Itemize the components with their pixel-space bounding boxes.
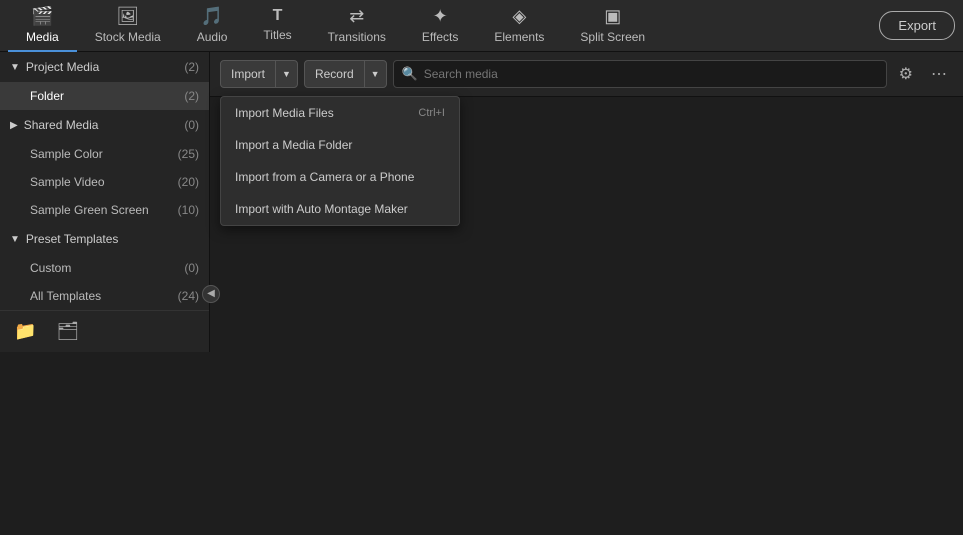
- all-templates-label: All Templates: [30, 289, 101, 303]
- shared-media-count: (0): [184, 118, 199, 132]
- nav-item-elements[interactable]: ◈ Elements: [476, 0, 562, 52]
- sample-color-label: Sample Color: [30, 147, 103, 161]
- sidebar: ▼ Project Media (2) Folder (2) ▶ Shared …: [0, 52, 210, 352]
- sidebar-item-custom[interactable]: Custom (0): [0, 254, 209, 282]
- nav-item-media[interactable]: 🎬 Media: [8, 0, 77, 52]
- sidebar-section-preset-templates[interactable]: ▼ Preset Templates: [0, 224, 209, 254]
- content-area: Import ▼ Record ▼ 🔍 ⚙ ⋯ Import Media Fil…: [210, 52, 963, 535]
- search-input[interactable]: [424, 67, 878, 81]
- sidebar-item-sample-video[interactable]: Sample Video (20): [0, 168, 209, 196]
- sidebar-item-all-templates[interactable]: All Templates (24): [0, 282, 209, 310]
- nav-label-titles: Titles: [263, 28, 291, 42]
- grid-view-button[interactable]: ⋯: [925, 60, 953, 88]
- nav-label-effects: Effects: [422, 30, 458, 44]
- folder-count: (2): [184, 89, 199, 103]
- all-templates-count: (24): [178, 289, 199, 303]
- custom-count: (0): [184, 261, 199, 275]
- nav-item-stock-media[interactable]: 🖼 Stock Media: [77, 0, 179, 52]
- triangle-preset-icon: ▼: [10, 234, 20, 245]
- sample-green-screen-label: Sample Green Screen: [30, 203, 149, 217]
- effects-icon: ✦: [433, 6, 448, 27]
- nav-label-stock-media: Stock Media: [95, 30, 161, 44]
- titles-icon: T: [273, 7, 283, 25]
- sample-color-count: (25): [178, 147, 199, 161]
- import-media-files-item[interactable]: Import Media Files Ctrl+I: [221, 97, 459, 129]
- nav-label-split-screen: Split Screen: [580, 30, 645, 44]
- filter-button[interactable]: ⚙: [893, 60, 919, 88]
- import-auto-montage-item[interactable]: Import with Auto Montage Maker: [221, 193, 459, 225]
- sidebar-section-shared-media[interactable]: ▶ Shared Media (0): [0, 110, 209, 140]
- record-button-label[interactable]: Record: [305, 61, 365, 87]
- import-auto-montage-label: Import with Auto Montage Maker: [235, 202, 408, 216]
- split-screen-icon: ▣: [604, 6, 621, 27]
- shared-media-label: Shared Media: [24, 118, 99, 132]
- sample-video-label: Sample Video: [30, 175, 105, 189]
- sidebar-collapse-button[interactable]: ◀: [202, 285, 220, 303]
- project-media-count: (2): [184, 60, 199, 74]
- media-icon: 🎬: [31, 6, 53, 27]
- record-dropdown-button[interactable]: Record ▼: [304, 60, 387, 88]
- import-from-camera-label: Import from a Camera or a Phone: [235, 170, 414, 184]
- project-media-label: Project Media: [26, 60, 99, 74]
- triangle-shared-icon: ▶: [10, 120, 18, 131]
- sidebar-bottom: 📁 🗂: [0, 310, 209, 352]
- nav-item-titles[interactable]: T Titles: [245, 0, 309, 52]
- search-icon: 🔍: [402, 66, 418, 82]
- sidebar-item-folder[interactable]: Folder (2): [0, 82, 209, 110]
- import-arrow-icon[interactable]: ▼: [276, 61, 297, 87]
- import-dropdown-menu: Import Media Files Ctrl+I Import a Media…: [220, 96, 460, 226]
- preset-templates-label: Preset Templates: [26, 232, 119, 246]
- nav-label-media: Media: [26, 30, 59, 44]
- stock-media-icon: 🖼: [116, 6, 139, 27]
- sidebar-item-sample-color[interactable]: Sample Color (25): [0, 140, 209, 168]
- export-button[interactable]: Export: [879, 11, 955, 40]
- import-media-folder-label: Import a Media Folder: [235, 138, 352, 152]
- transitions-icon: ⇄: [349, 6, 364, 27]
- folder-label: Folder: [30, 89, 64, 103]
- import-media-files-label: Import Media Files: [235, 106, 334, 120]
- nav-label-elements: Elements: [494, 30, 544, 44]
- nav-item-split-screen[interactable]: ▣ Split Screen: [562, 0, 663, 52]
- sample-video-count: (20): [178, 175, 199, 189]
- triangle-icon: ▼: [10, 62, 20, 73]
- audio-icon: 🎵: [201, 6, 223, 27]
- nav-item-effects[interactable]: ✦ Effects: [404, 0, 476, 52]
- import-dropdown-button[interactable]: Import ▼: [220, 60, 298, 88]
- top-nav: 🎬 Media 🖼 Stock Media 🎵 Audio T Titles ⇄…: [0, 0, 963, 52]
- nav-item-audio[interactable]: 🎵 Audio: [179, 0, 246, 52]
- record-arrow-icon[interactable]: ▼: [365, 61, 386, 87]
- custom-label: Custom: [30, 261, 71, 275]
- search-bar: 🔍: [393, 60, 887, 88]
- import-media-folder-item[interactable]: Import a Media Folder: [221, 129, 459, 161]
- sample-green-screen-count: (10): [178, 203, 199, 217]
- new-folder-button[interactable]: 📁: [8, 319, 42, 344]
- import-from-camera-item[interactable]: Import from a Camera or a Phone: [221, 161, 459, 193]
- add-folder-button[interactable]: 🗂: [50, 319, 85, 344]
- collapse-icon: ◀: [207, 288, 215, 299]
- sidebar-section-project-media[interactable]: ▼ Project Media (2): [0, 52, 209, 82]
- nav-label-transitions: Transitions: [328, 30, 386, 44]
- nav-label-audio: Audio: [197, 30, 228, 44]
- nav-item-transitions[interactable]: ⇄ Transitions: [310, 0, 404, 52]
- main-layout: ▼ Project Media (2) Folder (2) ▶ Shared …: [0, 52, 963, 535]
- sidebar-wrapper: ▼ Project Media (2) Folder (2) ▶ Shared …: [0, 52, 210, 535]
- import-button-label[interactable]: Import: [221, 61, 276, 87]
- toolbar: Import ▼ Record ▼ 🔍 ⚙ ⋯: [210, 52, 963, 97]
- sidebar-item-sample-green-screen[interactable]: Sample Green Screen (10): [0, 196, 209, 224]
- elements-icon: ◈: [512, 6, 526, 27]
- import-media-files-shortcut: Ctrl+I: [418, 107, 445, 119]
